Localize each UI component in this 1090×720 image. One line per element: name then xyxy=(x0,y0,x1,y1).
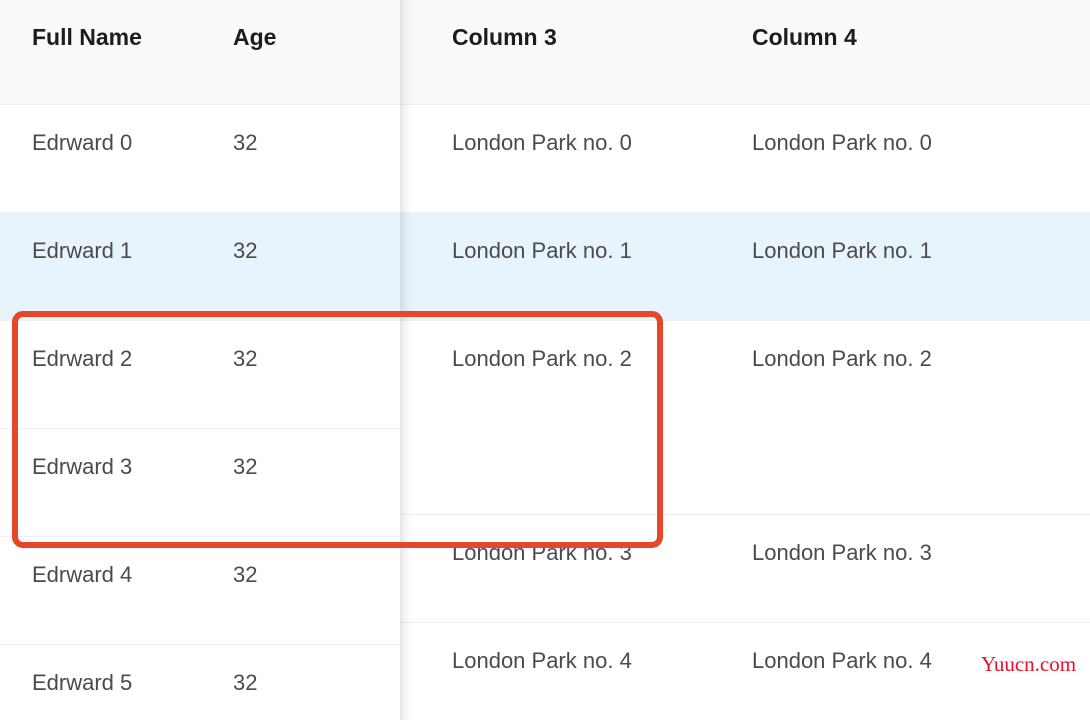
cell-full-name: Edrward 0 xyxy=(32,130,133,155)
cell-column-3: London Park no. 3 xyxy=(452,540,632,565)
cell-full-name: Edrward 3 xyxy=(32,454,133,479)
fixed-table-row-highlighted[interactable]: Edrward 1 32 xyxy=(0,213,400,321)
column-header-age[interactable]: Age xyxy=(200,0,400,75)
cell-column-3: London Park no. 2 xyxy=(452,346,632,371)
cell-column-4: London Park no. 4 xyxy=(752,648,932,673)
cell-column-3: London Park no. 1 xyxy=(452,238,632,263)
fixed-table-row[interactable]: Edrward 2 32 xyxy=(0,321,400,429)
fixed-left-columns: Full Name Age Edrward 0 32 Edrward 1 32 … xyxy=(0,0,400,720)
cell-column-4: London Park no. 0 xyxy=(752,130,932,155)
cell-age: 32 xyxy=(233,670,258,695)
column-header-column-4[interactable]: Column 4 xyxy=(736,0,1036,75)
cell-full-name: Edrward 5 xyxy=(32,670,133,695)
cell-column-4: London Park no. 2 xyxy=(752,346,932,371)
fixed-table-row[interactable]: Edrward 5 32 xyxy=(0,645,400,720)
cell-full-name: Edrward 4 xyxy=(32,562,133,587)
cell-age: 32 xyxy=(233,562,258,587)
cell-age: 32 xyxy=(233,238,258,263)
cell-column-3: London Park no. 4 xyxy=(452,648,632,673)
column-header-full-name[interactable]: Full Name xyxy=(0,0,200,75)
cell-full-name: Edrward 1 xyxy=(32,238,133,263)
table-screenshot: Column 1 Column 2 Column 3 Column 4 Lond… xyxy=(0,0,1090,720)
cell-column-4: London Park no. 3 xyxy=(752,540,932,565)
cell-age: 32 xyxy=(233,130,258,155)
column-header-column-3[interactable]: Column 3 xyxy=(436,0,736,75)
fixed-table-row[interactable]: Edrward 4 32 xyxy=(0,537,400,645)
fixed-table-row[interactable]: Edrward 3 32 xyxy=(0,429,400,537)
fixed-header-row: Full Name Age xyxy=(0,0,400,105)
cell-age: 32 xyxy=(233,454,258,479)
cell-column-3: London Park no. 0 xyxy=(452,130,632,155)
cell-age: 32 xyxy=(233,346,258,371)
cell-column-4: London Park no. 1 xyxy=(752,238,932,263)
fixed-table-row[interactable]: Edrward 0 32 xyxy=(0,105,400,213)
cell-full-name: Edrward 2 xyxy=(32,346,133,371)
